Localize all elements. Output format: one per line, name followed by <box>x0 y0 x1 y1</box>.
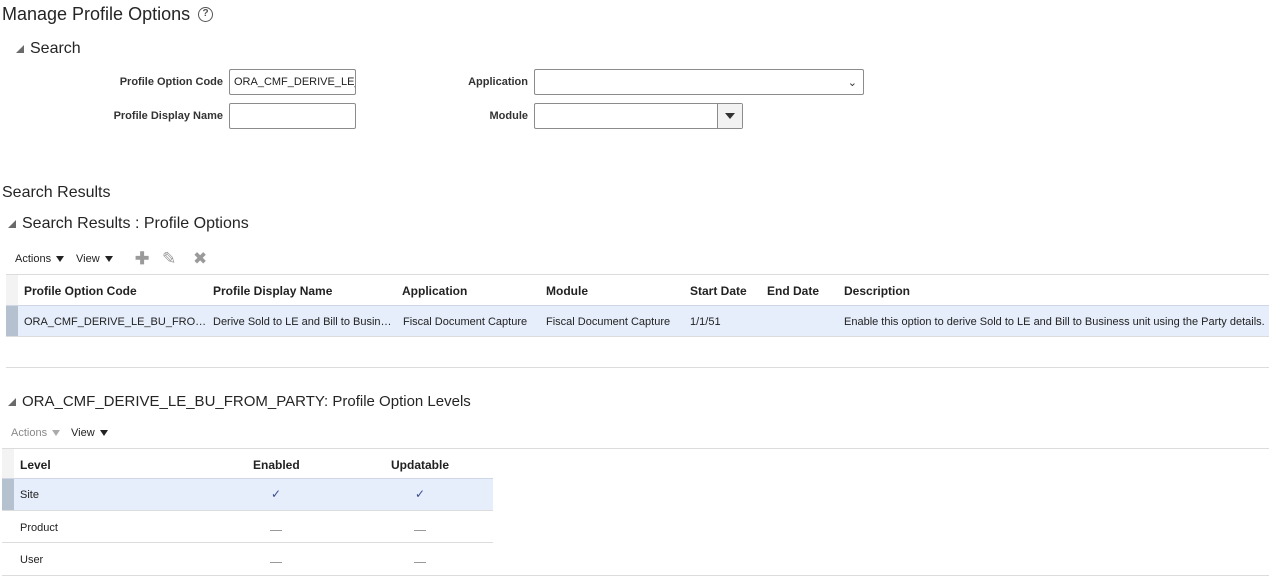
cell-start-date: 1/1/51 <box>690 316 721 328</box>
edit-pencil-icon[interactable]: ✎ <box>162 250 176 267</box>
collapse-triangle-icon[interactable] <box>8 220 16 228</box>
updatable-dash-icon <box>414 562 426 563</box>
cell-level: Site <box>20 489 39 501</box>
add-icon[interactable]: ✚ <box>135 250 149 267</box>
search-section-title: Search <box>30 40 81 57</box>
updatable-check-icon: ✓ <box>415 487 426 501</box>
delete-x-icon[interactable]: ✖ <box>193 250 207 267</box>
page-title: Manage Profile Options ? <box>2 4 214 25</box>
page-title-text: Manage Profile Options <box>2 4 191 24</box>
application-label: Application <box>468 76 528 88</box>
col-header-level[interactable]: Level <box>20 458 51 472</box>
cell-code: ORA_CMF_DERIVE_LE_BU_FRO… <box>24 316 207 328</box>
cell-level: User <box>20 554 44 566</box>
results-section-header[interactable]: Search Results : Profile Options <box>8 215 249 233</box>
help-icon[interactable]: ? <box>198 7 214 22</box>
profile-display-name-label: Profile Display Name <box>113 110 223 122</box>
enabled-dash-icon <box>270 562 282 563</box>
row-selector[interactable] <box>2 479 14 510</box>
table-row[interactable]: Product <box>2 511 493 542</box>
cell-display-name: Derive Sold to LE and Bill to Busin… <box>213 316 392 328</box>
row-header-spacer <box>6 275 18 306</box>
chevron-down-icon: ⌄ <box>847 77 857 89</box>
search-results-title: Search Results <box>2 184 111 201</box>
enabled-check-icon: ✓ <box>271 487 282 501</box>
row-selector[interactable] <box>6 306 18 336</box>
caret-down-icon <box>725 113 735 119</box>
collapse-triangle-icon[interactable] <box>16 45 24 53</box>
profile-option-code-input[interactable]: ORA_CMF_DERIVE_LE_ <box>229 69 356 95</box>
col-header-display-name[interactable]: Profile Display Name <box>213 284 332 298</box>
menu-down-icon <box>104 256 113 262</box>
levels-actions-menu: Actions <box>11 427 61 439</box>
col-header-description[interactable]: Description <box>844 284 910 298</box>
module-dropdown-button[interactable] <box>717 104 742 128</box>
col-header-enabled[interactable]: Enabled <box>253 458 300 472</box>
profile-option-code-label: Profile Option Code <box>119 76 223 88</box>
cell-module: Fiscal Document Capture <box>546 316 671 328</box>
table-row[interactable]: ORA_CMF_DERIVE_LE_BU_FRO… Derive Sold to… <box>6 306 1269 336</box>
menu-down-icon <box>99 430 108 436</box>
table-row[interactable]: User <box>2 543 493 575</box>
col-header-module[interactable]: Module <box>546 284 588 298</box>
col-header-end-date[interactable]: End Date <box>767 284 819 298</box>
levels-table-bottom-border <box>2 575 1269 576</box>
table-row-border <box>6 336 1269 337</box>
actions-menu[interactable]: Actions <box>15 253 65 265</box>
module-label: Module <box>489 110 529 122</box>
cell-level: Product <box>20 522 58 534</box>
levels-section-header[interactable]: ORA_CMF_DERIVE_LE_BU_FROM_PARTY: Profile… <box>8 393 471 410</box>
levels-row-header-spacer <box>2 449 14 479</box>
levels-section-title: ORA_CMF_DERIVE_LE_BU_FROM_PARTY: Profile… <box>22 393 471 410</box>
menu-down-icon <box>56 256 65 262</box>
table-top-border <box>6 274 1269 275</box>
enabled-dash-icon <box>270 530 282 531</box>
table-bottom-border <box>6 367 1269 368</box>
levels-view-menu[interactable]: View <box>71 427 108 439</box>
profile-display-name-input[interactable] <box>229 103 356 129</box>
module-combobox[interactable] <box>534 103 743 129</box>
search-section-header[interactable]: Search <box>16 40 81 58</box>
levels-table-top-border <box>2 448 1269 449</box>
col-header-start-date[interactable]: Start Date <box>690 284 747 298</box>
results-section-title: Search Results : Profile Options <box>22 215 249 232</box>
application-select[interactable]: ⌄ <box>534 69 864 95</box>
collapse-triangle-icon[interactable] <box>8 397 16 406</box>
cell-application: Fiscal Document Capture <box>403 316 528 328</box>
table-row[interactable]: Site ✓ ✓ <box>2 479 493 510</box>
col-header-updatable[interactable]: Updatable <box>391 458 449 472</box>
cell-description: Enable this option to derive Sold to LE … <box>844 316 1265 328</box>
col-header-code[interactable]: Profile Option Code <box>24 284 137 298</box>
updatable-dash-icon <box>414 530 426 531</box>
menu-down-icon <box>52 430 61 436</box>
view-menu[interactable]: View <box>76 253 113 265</box>
col-header-application[interactable]: Application <box>402 284 467 298</box>
